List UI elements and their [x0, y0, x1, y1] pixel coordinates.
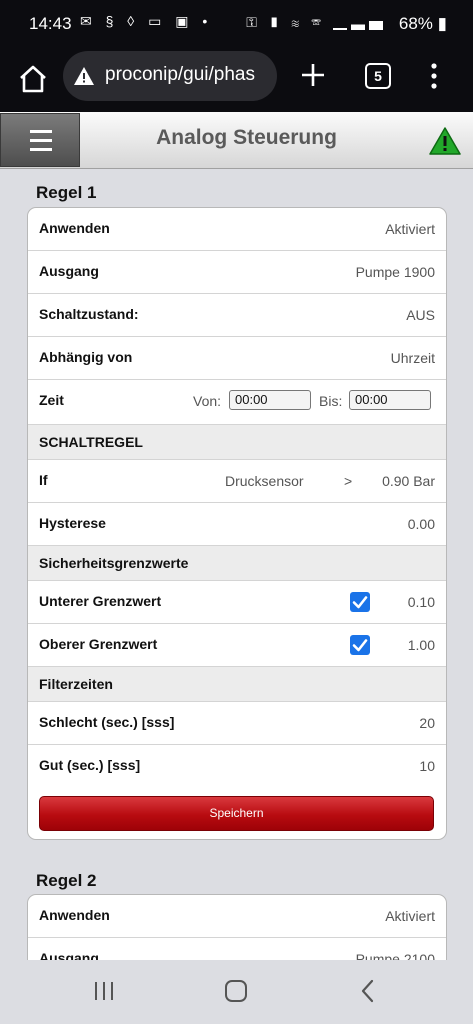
page-title: Analog Steuerung [156, 126, 337, 149]
row-ausgang[interactable]: Ausgang Pumpe 2100 [28, 938, 446, 960]
new-tab-icon[interactable] [298, 60, 328, 90]
unterer-label: Unterer Grenzwert [39, 593, 162, 609]
rule-card: Anwenden Aktiviert Ausgang Pumpe 1900 Sc… [27, 207, 447, 840]
home-button[interactable] [225, 980, 247, 1002]
ausgang-label: Ausgang [39, 950, 99, 960]
schlecht-label: Schlecht (sec.) [sss] [39, 714, 175, 730]
schlecht-value[interactable]: 20 [419, 715, 435, 731]
system-icons: ⚿ ▮ ≋ ☏ ▁▃▅ [246, 14, 387, 30]
hysterese-label: Hysterese [39, 515, 106, 531]
save-button[interactable]: Speichern [39, 796, 434, 831]
row-schlecht[interactable]: Schlecht (sec.) [sss] 20 [28, 702, 446, 745]
row-gut[interactable]: Gut (sec.) [sss] 10 [28, 745, 446, 788]
ausgang-value[interactable]: Pumpe 2100 [356, 951, 435, 960]
unterer-value[interactable]: 0.10 [408, 594, 435, 610]
rule-card: Anwenden Aktiviert Ausgang Pumpe 2100 [27, 894, 447, 960]
grenzwerte-header: Sicherheitsgrenzwerte [39, 555, 189, 571]
row-unterer[interactable]: Unterer Grenzwert 0.10 [28, 581, 446, 624]
section-filterzeiten: Filterzeiten [28, 667, 446, 702]
rule-title: Regel 1 [36, 183, 97, 202]
row-schaltzustand: Schaltzustand: AUS [28, 294, 446, 337]
oberer-label: Oberer Grenzwert [39, 636, 158, 652]
schaltregel-header: SCHALTREGEL [39, 434, 143, 450]
home-icon[interactable] [17, 63, 49, 95]
rule-title: Regel 2 [36, 871, 97, 890]
row-hysterese[interactable]: Hysterese 0.00 [28, 503, 446, 546]
row-anwenden[interactable]: Anwenden Aktiviert [28, 208, 446, 251]
browser-toolbar: proconip/gui/phas 5 [0, 48, 473, 112]
schaltzustand-label: Schaltzustand: [39, 306, 139, 322]
row-abhaengig[interactable]: Abhängig von Uhrzeit [28, 337, 446, 380]
row-if[interactable]: If Drucksensor > 0.90 Bar [28, 460, 446, 503]
notification-icons: ✉ § ◊ ▭ ▣ • [80, 13, 213, 29]
filter-header: Filterzeiten [39, 676, 113, 692]
row-ausgang[interactable]: Ausgang Pumpe 1900 [28, 251, 446, 294]
url-text[interactable]: proconip/gui/phas [105, 64, 255, 86]
status-time: 14:43 [29, 14, 72, 33]
row-anwenden[interactable]: Anwenden Aktiviert [28, 895, 446, 938]
system-nav-bar [0, 960, 473, 1024]
if-sensor[interactable]: Drucksensor [225, 473, 304, 489]
not-secure-icon[interactable] [73, 65, 95, 87]
ausgang-value[interactable]: Pumpe 1900 [356, 264, 435, 280]
gut-value[interactable]: 10 [419, 758, 435, 774]
unterer-checkbox[interactable] [350, 592, 370, 612]
oberer-value[interactable]: 1.00 [408, 637, 435, 653]
zeit-label: Zeit [39, 392, 64, 408]
if-label: If [39, 472, 48, 488]
content-area: Regel 1 Anwenden Aktiviert Ausgang Pumpe… [0, 170, 473, 960]
section-schaltregel: SCHALTREGEL [28, 425, 446, 460]
anwenden-label: Anwenden [39, 220, 110, 236]
tab-switcher-button[interactable]: 5 [365, 63, 391, 89]
gut-label: Gut (sec.) [sss] [39, 757, 141, 773]
anwenden-value[interactable]: Aktiviert [385, 908, 435, 924]
anwenden-value[interactable]: Aktiviert [385, 221, 435, 237]
if-operator[interactable]: > [344, 473, 352, 489]
hysterese-value[interactable]: 0.00 [408, 516, 435, 532]
recent-apps-icon[interactable] [93, 981, 115, 1001]
menu-button[interactable] [0, 113, 80, 167]
if-value[interactable]: 0.90 Bar [382, 473, 435, 489]
von-time-input[interactable]: 00:00 [229, 390, 311, 410]
von-label: Von: [193, 393, 222, 409]
warning-icon[interactable] [428, 126, 462, 156]
abhaengig-value[interactable]: Uhrzeit [391, 350, 435, 366]
address-bar[interactable]: proconip/gui/phas [63, 51, 277, 101]
abhaengig-label: Abhängig von [39, 349, 133, 365]
battery-level: 68% ▮ [398, 14, 447, 33]
more-menu-icon[interactable] [430, 62, 438, 90]
back-icon[interactable] [360, 979, 376, 1003]
schaltzustand-value: AUS [406, 307, 435, 323]
ausgang-label: Ausgang [39, 263, 99, 279]
status-bar: 14:43 ✉ § ◊ ▭ ▣ • ⚿ ▮ ≋ ☏ ▁▃▅ 68% ▮ [0, 0, 473, 48]
bis-time-input[interactable]: 00:00 [349, 390, 431, 410]
oberer-checkbox[interactable] [350, 635, 370, 655]
bis-label: Bis: [319, 393, 343, 409]
app-header: Analog Steuerung [0, 112, 473, 169]
section-grenzwerte: Sicherheitsgrenzwerte [28, 546, 446, 581]
anwenden-label: Anwenden [39, 907, 110, 923]
row-oberer[interactable]: Oberer Grenzwert 1.00 [28, 624, 446, 667]
row-zeit: Zeit Von: 00:00 Bis: 00:00 [28, 380, 446, 425]
